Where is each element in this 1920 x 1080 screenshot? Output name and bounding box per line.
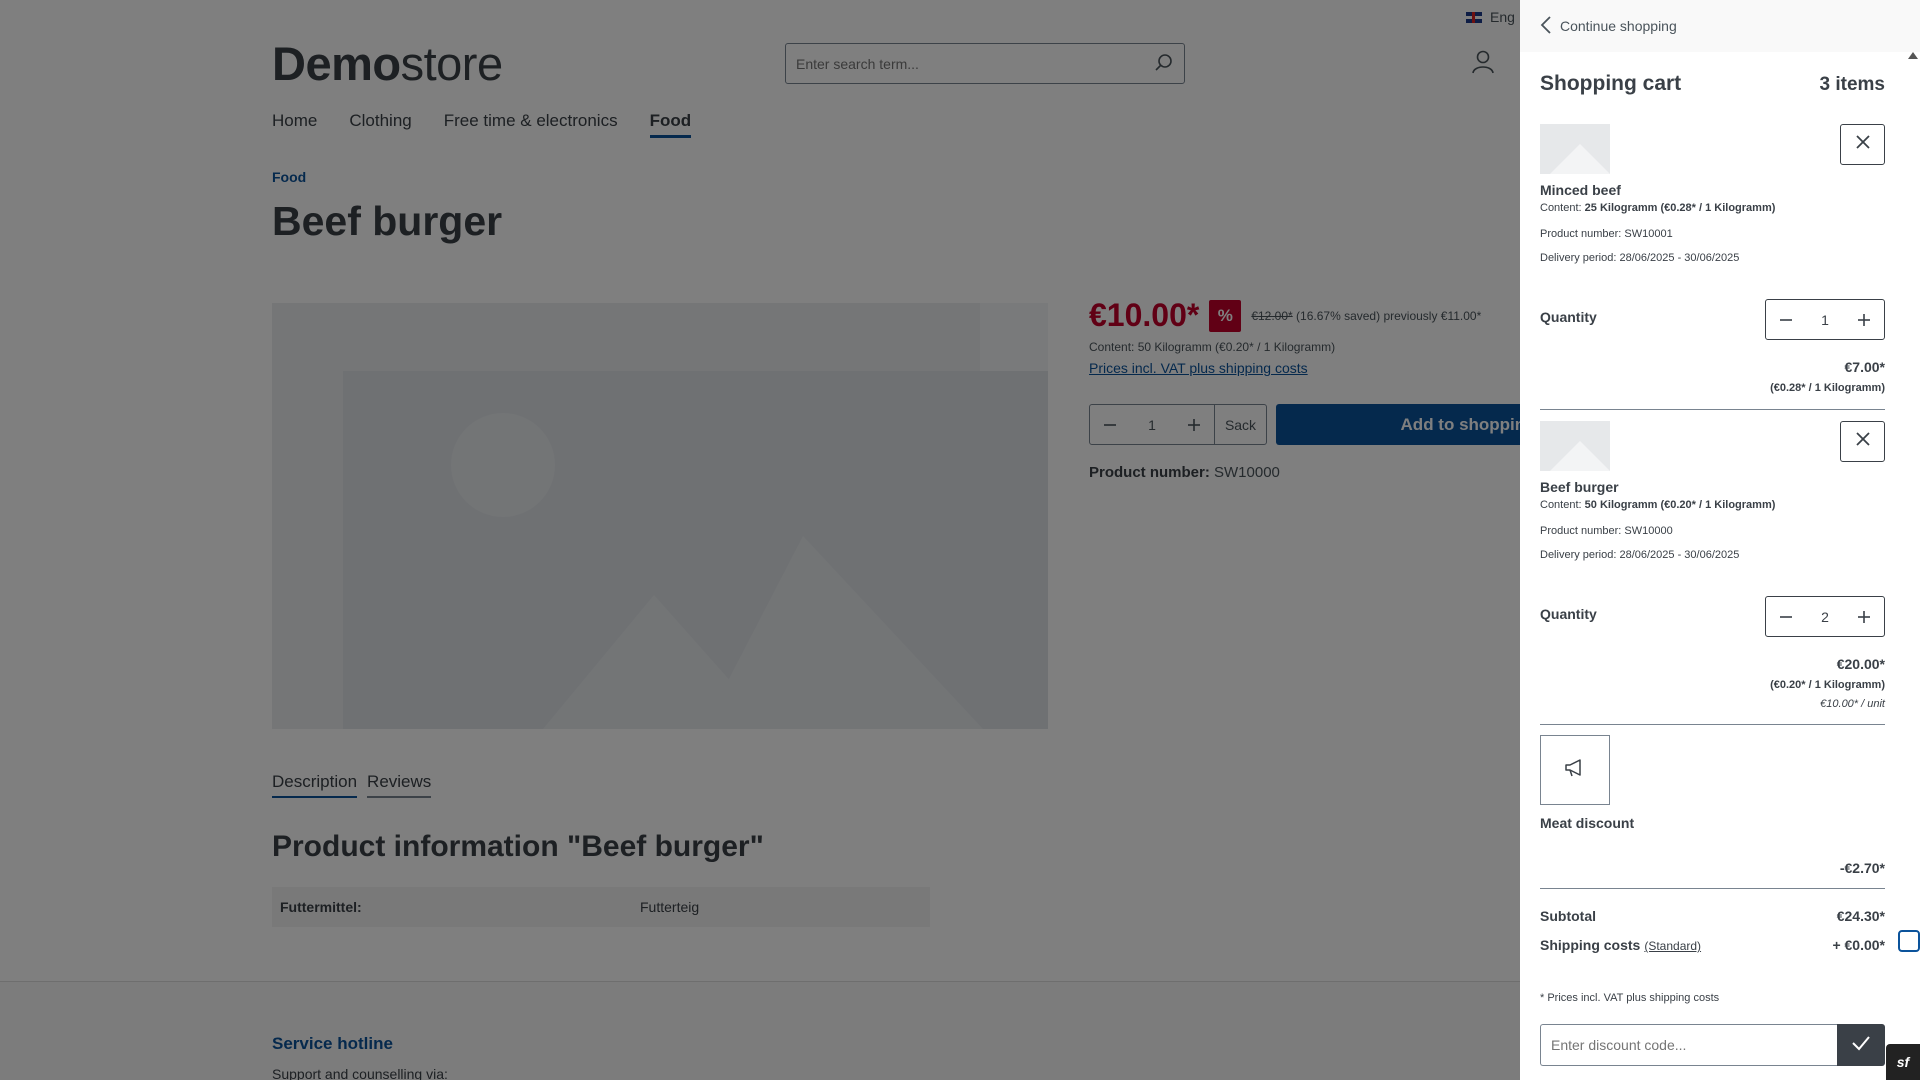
scroll-up-arrow-icon[interactable] xyxy=(1908,52,1918,59)
quantity-value[interactable]: 2 xyxy=(1806,609,1844,625)
item-delivery: Delivery period: 28/06/2025 - 30/06/2025 xyxy=(1540,549,1740,561)
subtotal-value: €24.30* xyxy=(1836,908,1885,924)
close-icon xyxy=(1855,431,1871,452)
shipping-row: Shipping costs (Standard) + €0.00* xyxy=(1540,937,1885,953)
item-content: Content: 25 Kilogramm (€0.28* / 1 Kilogr… xyxy=(1540,202,1776,214)
checkmark-icon xyxy=(1851,1035,1871,1056)
megaphone-icon xyxy=(1563,758,1587,783)
shipping-method-link[interactable]: (Standard) xyxy=(1644,939,1701,953)
item-per-unit-price: €10.00* / unit xyxy=(1820,698,1885,710)
item-unit-price: (€0.20* / 1 Kilogramm) xyxy=(1770,679,1885,691)
quantity-value[interactable]: 1 xyxy=(1806,312,1844,328)
cart-line-item: Minced beef Content: 25 Kilogramm (€0.28… xyxy=(1540,124,1885,394)
continue-shopping-link[interactable]: Continue shopping xyxy=(1520,0,1920,52)
symfony-toolbar-icon[interactable]: sf xyxy=(1886,1044,1920,1080)
item-name[interactable]: Beef burger xyxy=(1540,479,1885,495)
offcanvas-cart: Continue shopping Shopping cart 3 items … xyxy=(1520,0,1920,1080)
backdrop-overlay[interactable] xyxy=(0,0,1520,1080)
item-name[interactable]: Minced beef xyxy=(1540,182,1885,198)
cart-title: Shopping cart xyxy=(1540,72,1682,95)
shipping-value: + €0.00* xyxy=(1832,937,1885,953)
quantity-stepper: 2 xyxy=(1765,596,1885,637)
chat-widget-icon[interactable] xyxy=(1898,930,1920,952)
item-total-price: €7.00* xyxy=(1844,359,1885,375)
item-content: Content: 50 Kilogramm (€0.20* / 1 Kilogr… xyxy=(1540,499,1776,511)
remove-item-button[interactable] xyxy=(1840,124,1885,165)
cart-item-count: 3 items xyxy=(1819,74,1885,95)
item-product-number: Product number: SW10000 xyxy=(1540,525,1673,537)
promo-code-form xyxy=(1540,1024,1885,1066)
minus-icon[interactable] xyxy=(1766,300,1806,339)
cart-scrollbar[interactable] xyxy=(1906,52,1920,1080)
quantity-label: Quantity xyxy=(1540,606,1597,622)
minus-icon[interactable] xyxy=(1766,597,1806,636)
discount-name: Meat discount xyxy=(1540,815,1635,831)
close-icon xyxy=(1855,134,1871,155)
discount-code-input[interactable] xyxy=(1540,1024,1837,1066)
remove-item-button[interactable] xyxy=(1840,421,1885,462)
vat-note: * Prices incl. VAT plus shipping costs xyxy=(1540,992,1720,1004)
product-thumbnail[interactable] xyxy=(1540,421,1610,471)
divider xyxy=(1540,724,1885,725)
discount-amount: -€2.70* xyxy=(1839,860,1885,876)
quantity-label: Quantity xyxy=(1540,309,1597,325)
cart-discount-item: Meat discount -€2.70* xyxy=(1540,735,1885,876)
cart-line-item: Beef burger Content: 50 Kilogramm (€0.20… xyxy=(1540,421,1885,710)
divider xyxy=(1540,888,1885,889)
discount-thumbnail xyxy=(1540,735,1610,805)
item-product-number: Product number: SW10001 xyxy=(1540,228,1673,240)
product-thumbnail[interactable] xyxy=(1540,124,1610,174)
item-unit-price: (€0.28* / 1 Kilogramm) xyxy=(1770,382,1885,394)
plus-icon[interactable] xyxy=(1844,597,1884,636)
chevron-left-icon xyxy=(1540,15,1552,38)
apply-discount-button[interactable] xyxy=(1837,1024,1885,1066)
item-total-price: €20.00* xyxy=(1836,656,1885,672)
plus-icon[interactable] xyxy=(1844,300,1884,339)
item-delivery: Delivery period: 28/06/2025 - 30/06/2025 xyxy=(1540,252,1740,264)
cart-header: Shopping cart 3 items xyxy=(1540,72,1885,96)
subtotal-row: Subtotal €24.30* xyxy=(1540,908,1885,924)
divider xyxy=(1540,409,1885,410)
quantity-stepper: 1 xyxy=(1765,299,1885,340)
